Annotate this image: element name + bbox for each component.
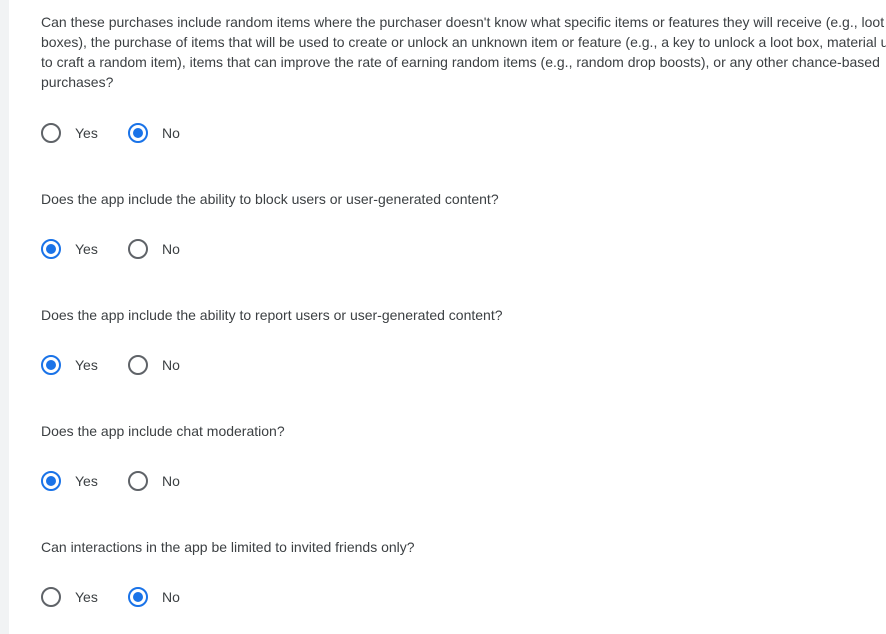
option-no[interactable]: No	[128, 469, 180, 493]
option-label: No	[162, 589, 180, 605]
option-yes[interactable]: Yes	[41, 121, 98, 145]
radio-checked-icon[interactable]	[41, 471, 61, 491]
option-label: Yes	[75, 125, 98, 141]
radio-unchecked-icon[interactable]	[128, 355, 148, 375]
question-report-users: Does the app include the ability to repo…	[41, 305, 886, 325]
question-text: Does the app include the ability to bloc…	[41, 191, 499, 207]
option-no[interactable]: No	[128, 585, 180, 609]
answer-group-block-users: Yes No	[41, 237, 341, 261]
radio-checked-icon[interactable]	[41, 355, 61, 375]
radio-checked-icon[interactable]	[41, 239, 61, 259]
option-label: No	[162, 125, 180, 141]
option-no[interactable]: No	[128, 237, 180, 261]
option-no[interactable]: No	[128, 353, 180, 377]
question-block-users: Does the app include the ability to bloc…	[41, 189, 886, 209]
radio-unchecked-icon[interactable]	[128, 239, 148, 259]
option-no[interactable]: No	[128, 121, 180, 145]
option-label: Yes	[75, 357, 98, 373]
answer-group-loot-boxes: Yes No	[41, 121, 341, 145]
radio-unchecked-icon[interactable]	[41, 587, 61, 607]
question-chat-moderation: Does the app include chat moderation?	[41, 421, 886, 441]
radio-unchecked-icon[interactable]	[128, 471, 148, 491]
questionnaire: Can these purchases include random items…	[41, 0, 886, 634]
radio-checked-icon[interactable]	[128, 587, 148, 607]
option-yes[interactable]: Yes	[41, 237, 98, 261]
radio-unchecked-icon[interactable]	[41, 123, 61, 143]
answer-group-invited-friends: Yes No	[41, 585, 341, 609]
option-label: No	[162, 473, 180, 489]
option-label: No	[162, 241, 180, 257]
option-label: Yes	[75, 589, 98, 605]
answer-group-report-users: Yes No	[41, 353, 341, 377]
option-label: Yes	[75, 241, 98, 257]
option-yes[interactable]: Yes	[41, 469, 98, 493]
question-text: Does the app include chat moderation?	[41, 423, 285, 439]
option-label: Yes	[75, 473, 98, 489]
option-label: No	[162, 357, 180, 373]
option-yes[interactable]: Yes	[41, 353, 98, 377]
question-loot-boxes: Can these purchases include random items…	[41, 12, 886, 92]
question-text: Can interactions in the app be limited t…	[41, 539, 415, 555]
answer-group-chat-moderation: Yes No	[41, 469, 341, 493]
left-panel-edge	[0, 0, 9, 634]
radio-checked-icon[interactable]	[128, 123, 148, 143]
question-text: Does the app include the ability to repo…	[41, 307, 503, 323]
option-yes[interactable]: Yes	[41, 585, 98, 609]
question-invited-friends: Can interactions in the app be limited t…	[41, 537, 886, 557]
question-text: Can these purchases include random items…	[41, 14, 886, 90]
